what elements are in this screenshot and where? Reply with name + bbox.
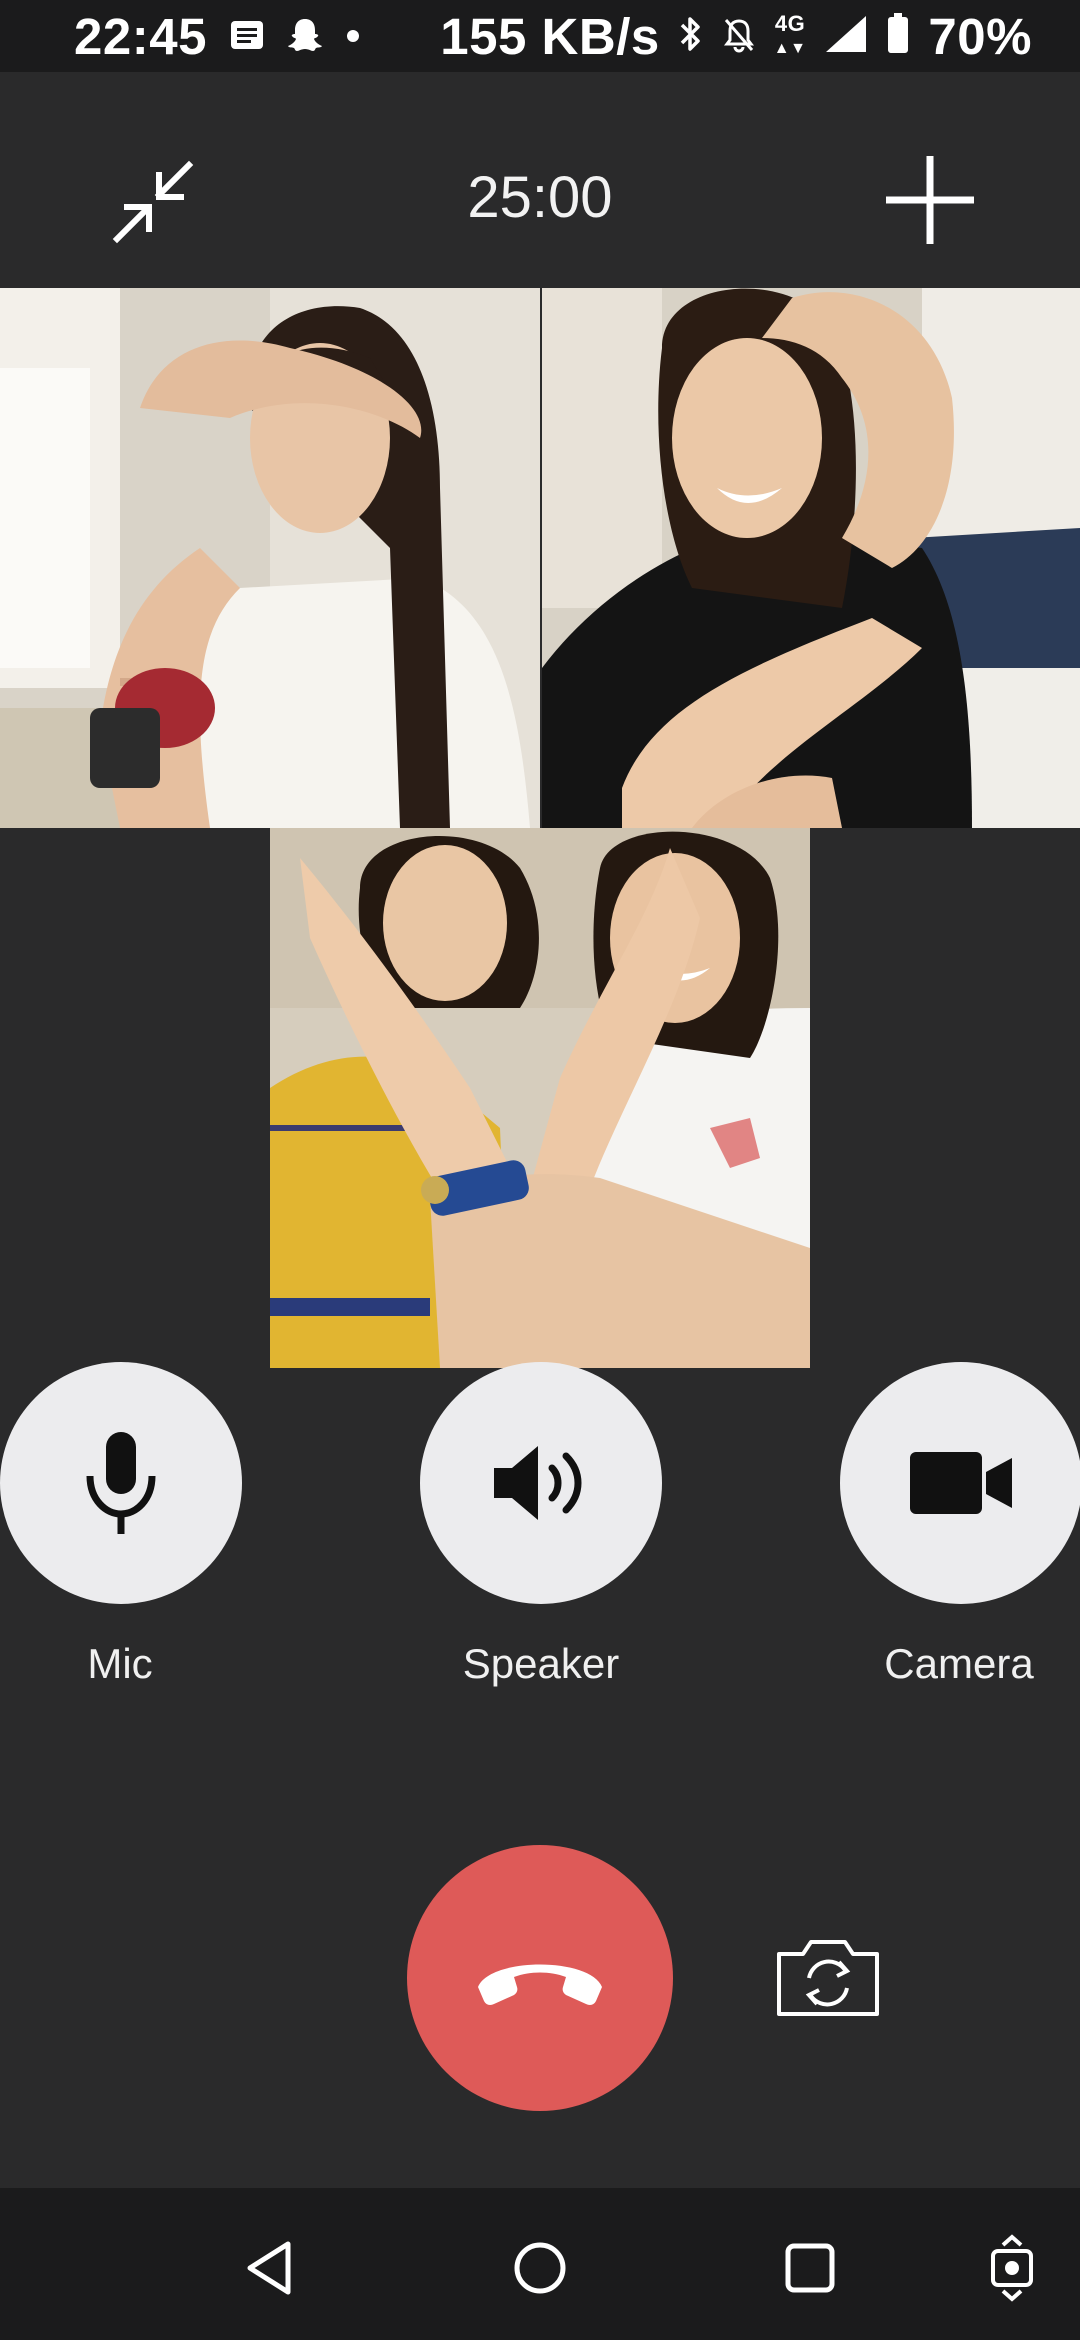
video-tile-3[interactable]	[270, 828, 810, 1368]
dot-icon	[345, 28, 361, 44]
back-icon	[247, 2241, 291, 2295]
recents-icon	[785, 2243, 835, 2293]
participant-video-1	[0, 288, 540, 828]
status-time: 22:45	[74, 7, 207, 65]
snapchat-icon	[285, 16, 325, 56]
network-type-label: 4G	[774, 10, 806, 36]
participant-video-3	[270, 828, 810, 1368]
back-button[interactable]	[230, 2228, 310, 2308]
speaker-icon	[494, 1446, 582, 1520]
video-tile-1[interactable]	[0, 288, 540, 828]
recents-button[interactable]	[770, 2228, 850, 2308]
microphone-icon	[86, 1432, 156, 1534]
switch-camera-icon	[777, 1940, 879, 2016]
hang-up-icon	[478, 1964, 602, 2005]
battery-percent: 70%	[928, 7, 1032, 65]
bluetooth-icon	[678, 7, 704, 66]
camera-label: Camera	[884, 1640, 1034, 1687]
mute-icon	[722, 7, 756, 66]
status-bar: 22:45 155 KB/s 4G ▲▼ 70%	[0, 0, 1080, 72]
rotate-button[interactable]	[972, 2228, 1052, 2308]
mic-label: Mic	[87, 1640, 153, 1687]
camera-button[interactable]	[840, 1362, 1080, 1604]
switch-camera-button[interactable]	[770, 1932, 886, 2022]
signal-icon	[824, 7, 868, 66]
message-icon	[229, 19, 265, 53]
end-call-button[interactable]	[407, 1845, 673, 2111]
call-header: 25:00	[0, 72, 1080, 288]
rotate-icon	[991, 2234, 1033, 2302]
navigation-bar	[0, 2188, 1080, 2340]
add-participant-button[interactable]	[880, 150, 980, 250]
participant-video-2	[542, 288, 1080, 828]
network-type: 4G ▲▼	[773, 10, 807, 57]
network-speed: 155 KB/s	[440, 7, 660, 65]
video-camera-icon	[910, 1452, 1012, 1514]
home-icon	[514, 2242, 566, 2294]
add-icon	[886, 156, 974, 244]
video-tile-2[interactable]	[542, 288, 1080, 828]
battery-icon	[886, 7, 910, 66]
mic-button[interactable]	[0, 1362, 242, 1604]
speaker-button[interactable]	[420, 1362, 662, 1604]
home-button[interactable]	[500, 2228, 580, 2308]
speaker-label: Speaker	[462, 1640, 620, 1687]
